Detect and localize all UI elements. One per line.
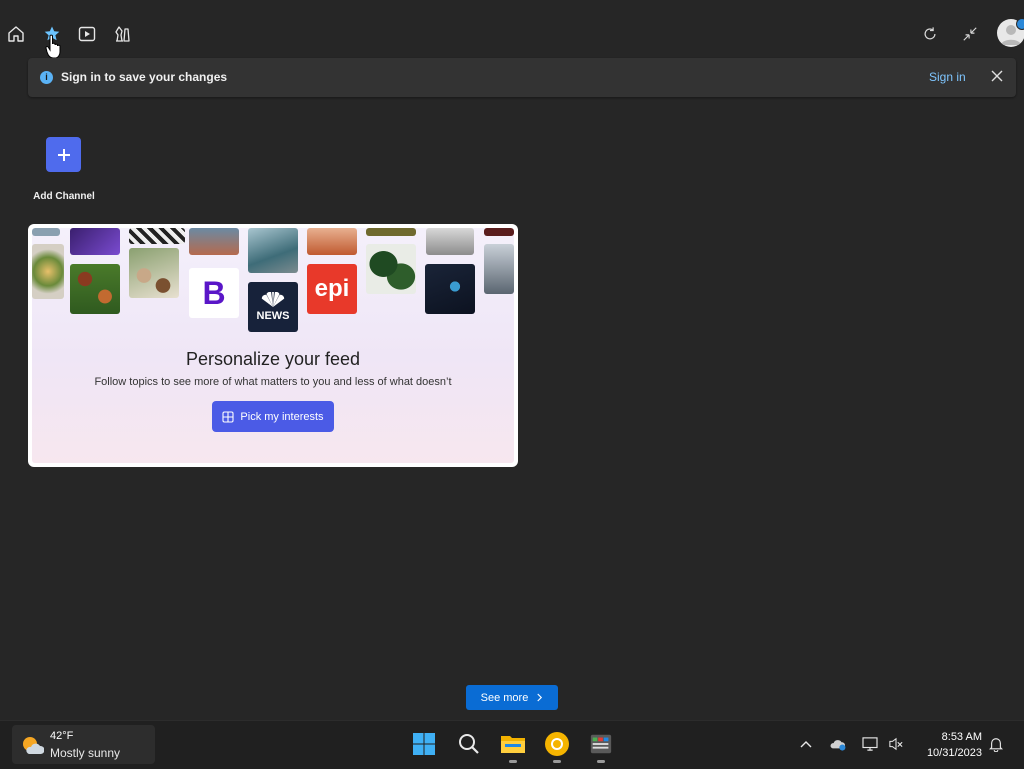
home-icon [8,26,24,42]
see-more-button[interactable]: See more [466,685,558,710]
weather-widget[interactable]: 42°F Mostly sunny [12,725,155,764]
epi-text: epi [314,275,350,302]
bell-icon [989,738,1003,752]
collage-image [129,228,185,244]
brand-b-logo: B [189,268,239,318]
show-hidden-icons-button[interactable] [796,734,816,754]
partly-sunny-icon [23,737,44,754]
chess-icon [115,26,130,42]
network-icon [862,737,878,751]
search-button[interactable] [454,729,484,759]
network-button[interactable] [860,734,880,754]
pick-interests-label: Pick my interests [240,410,324,423]
nbc-news-logo: NEWS [248,282,298,332]
start-button[interactable] [409,729,439,759]
clock-time: 8:53 AM [941,731,982,743]
collage-image [426,228,474,255]
personalize-card: B NEWS epi Personalize your feed Follow … [28,224,518,467]
running-indicator [509,760,517,763]
video-play-icon [78,26,96,42]
collage-image [248,228,298,273]
collage-image [32,244,64,299]
volume-button[interactable] [886,734,906,754]
onedrive-button[interactable] [828,734,848,754]
collage-image [32,228,60,236]
folder-icon [501,736,525,753]
collage-image [484,228,514,236]
home-button[interactable] [4,22,28,46]
taskbar: 42°F Mostly sunny 8:53 AM 10/31/2023 [0,720,1024,769]
collage-image [70,264,120,314]
card-title: Personalize your feed [185,349,361,369]
games-button[interactable] [110,22,134,46]
banner-message: Sign in to save your changes [61,70,228,84]
pick-interests-button[interactable]: Pick my interests [212,401,334,432]
collage-image [366,228,416,236]
refresh-icon [924,27,936,40]
running-indicator [553,760,561,763]
notifications-button[interactable] [986,734,1006,754]
weather-temperature: 42°F [50,730,74,742]
system-clock[interactable]: 8:53 AM 10/31/2023 [918,729,982,761]
volume-muted-icon [889,737,903,751]
signin-link[interactable]: Sign in [929,70,966,84]
browser-icon [545,732,569,756]
plus-icon [57,148,70,161]
collage-image [425,264,475,314]
collapse-icon [963,27,977,41]
see-more-label: See more [480,691,529,704]
running-indicator [597,760,605,763]
windows-logo-icon [413,733,435,755]
brand-b-letter: B [202,274,226,311]
add-channel-button[interactable] [46,137,81,172]
collapse-button[interactable] [958,22,982,46]
app-window-button[interactable] [586,729,616,763]
grid-icon [222,410,234,423]
collage-image [189,228,239,255]
video-button[interactable] [75,22,99,46]
collage-image [70,228,120,255]
browser-app-button[interactable] [542,729,572,763]
peacock-icon [261,292,285,308]
collage-image [307,228,357,255]
refresh-button[interactable] [918,22,942,46]
chevron-right-icon [537,693,543,702]
notification-badge [1016,18,1024,30]
nbc-news-text: NEWS [256,310,290,322]
add-channel-label: Add Channel [33,191,95,202]
clock-date: 10/31/2023 [926,747,982,759]
weather-description: Mostly sunny [50,746,121,760]
cloud-icon [830,740,846,751]
collage-image [366,244,416,294]
collage-image [129,248,179,298]
hand-cursor-icon [45,34,61,59]
close-icon[interactable] [989,68,1005,84]
file-explorer-button[interactable] [498,729,528,763]
card-subtitle: Follow topics to see more of what matter… [94,376,452,388]
epicurious-logo: epi [307,264,357,314]
info-icon: i [40,71,53,84]
chevron-up-icon [800,741,812,748]
collage-image [484,244,514,294]
search-icon [459,734,479,754]
signin-banner: i Sign in to save your changes Sign in [28,58,1016,97]
app-grid-icon [590,734,612,754]
